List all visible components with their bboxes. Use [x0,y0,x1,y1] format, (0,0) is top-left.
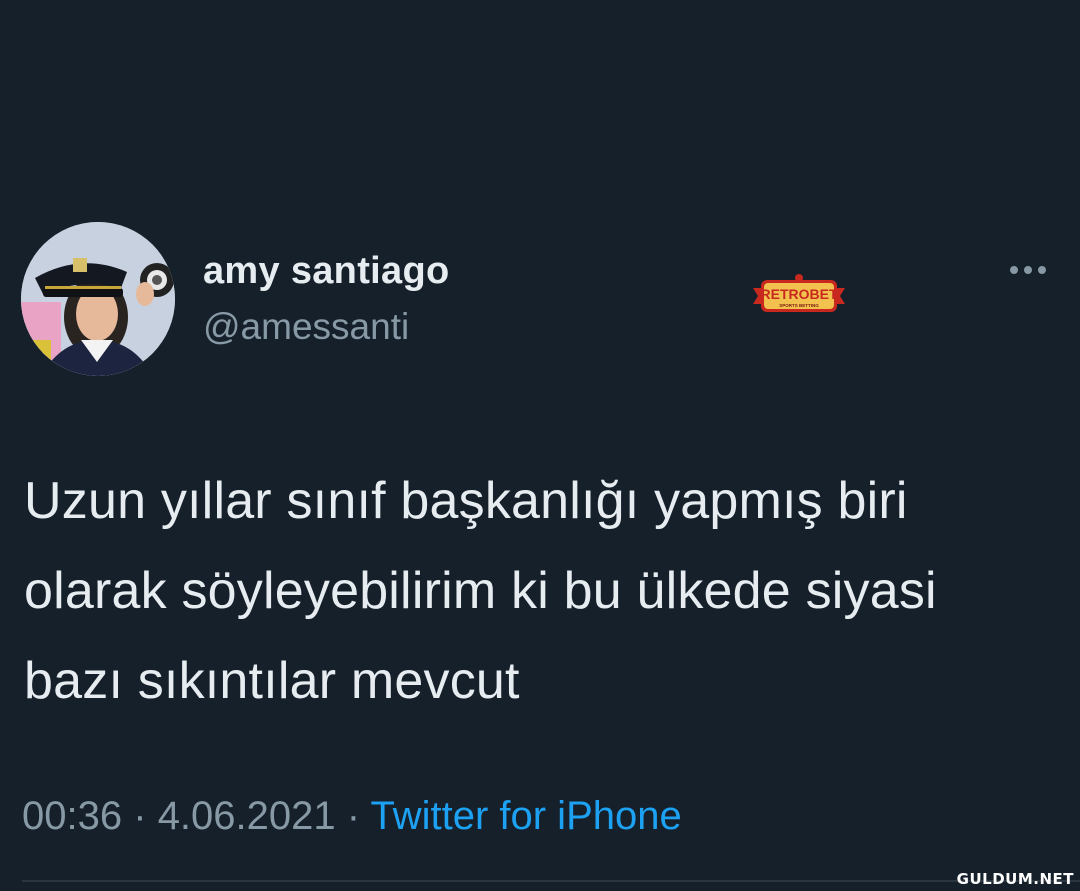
tweet-meta: 00:36 · 4.06.2021 · Twitter for iPhone [22,794,682,839]
divider [22,880,1080,882]
user-handle[interactable]: @amessanti [203,306,409,348]
tweet-text-line: olarak söyleyebilirim ki bu ülkede siyas… [24,562,937,620]
logo-text: RETROBET [761,286,838,302]
retrobet-logo: RETROBET SPORTS BETTING [753,274,845,318]
logo-subtext: SPORTS BETTING [779,303,819,308]
tweet-source-link[interactable]: Twitter for iPhone [370,794,681,838]
avatar[interactable] [21,222,175,376]
display-name[interactable]: amy santiago [203,250,449,293]
tweet-time[interactable]: 00:36 [22,794,122,838]
tweet-text-line: Uzun yıllar sınıf başkanlığı yapmış biri [24,472,908,530]
watermark: GULDUM.NET [956,870,1074,888]
tweet-card: amy santiago @amessanti RETROBET SPORTS … [0,0,1080,891]
meta-separator: · [346,794,361,838]
tweet-date[interactable]: 4.06.2021 [158,794,336,838]
tweet-text: Uzun yıllar sınıf başkanlığı yapmış biri… [24,456,1064,726]
more-horizontal-icon[interactable] [1010,260,1056,280]
tweet-text-line: bazı sıkıntılar mevcut [24,652,520,710]
avatar-image [21,222,175,376]
meta-separator: · [133,794,147,838]
